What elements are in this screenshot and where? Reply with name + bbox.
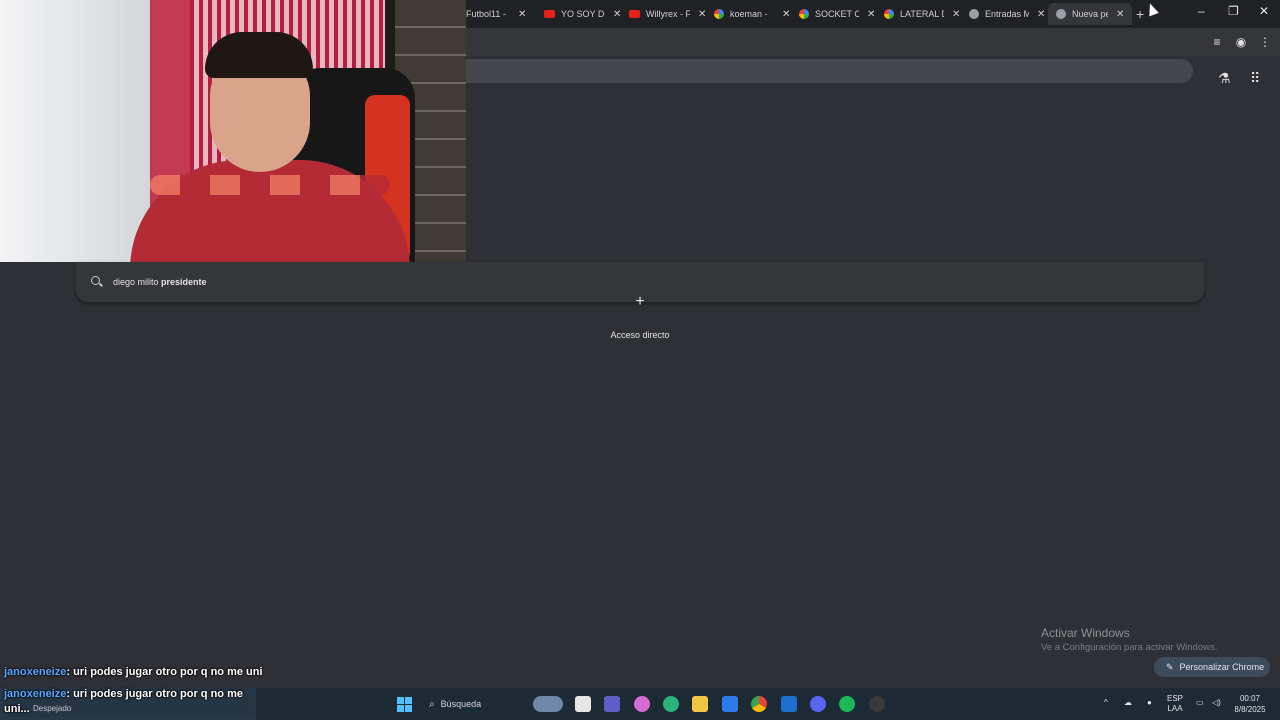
tab-title: Nueva pe [1072, 9, 1108, 19]
google-icon [884, 9, 894, 19]
activate-subtitle: Ve a Configuración para activar Windows. [1041, 642, 1218, 653]
store-icon[interactable] [722, 696, 738, 712]
pencil-icon: ✎ [1166, 661, 1174, 672]
restore-button[interactable]: ❐ [1228, 4, 1239, 18]
add-shortcut-label[interactable]: Acceso directo [590, 330, 690, 340]
clock-time: 00:07 [1239, 694, 1261, 703]
tab-title: Futbol11 - [466, 9, 506, 19]
chevron-up-icon[interactable]: ^ [1104, 698, 1108, 708]
folder-icon[interactable] [692, 696, 708, 712]
chat-message: janoxeneize: uri podes jugar otro por q … [4, 687, 255, 717]
close-icon[interactable]: ✕ [1037, 9, 1045, 20]
chat-username: janoxeneize [4, 688, 67, 700]
windows-logo-icon [405, 697, 412, 704]
network-icon[interactable]: ☁ [1124, 698, 1132, 708]
close-icon[interactable]: ✕ [952, 9, 960, 20]
start-button[interactable] [397, 697, 412, 712]
tab-title: SOCKET CI [815, 9, 859, 19]
add-shortcut-button[interactable]: + [633, 293, 647, 313]
microphone-icon[interactable]: ● [1147, 698, 1152, 708]
search-placeholder: Búsqueda [440, 699, 482, 709]
gear-icon [969, 9, 979, 19]
customize-label: Personalizar Chrome [1179, 662, 1265, 672]
tab-title: YO SOY DI [561, 9, 605, 19]
windows-logo-icon [397, 705, 404, 712]
menu-icon[interactable]: ⋮ [1256, 33, 1274, 51]
search-icon [91, 276, 100, 285]
tab-socket[interactable]: SOCKET CI ✕ [799, 3, 875, 25]
clock-date: 8/8/2025 [1234, 705, 1266, 714]
tab-title: koeman - [730, 9, 768, 19]
display-icon[interactable]: ▭ [1196, 698, 1204, 708]
close-icon[interactable]: ✕ [613, 9, 621, 20]
suggestion-bold: presidente [161, 277, 207, 287]
customize-chrome-button[interactable]: ✎ Personalizar Chrome [1154, 657, 1270, 677]
minimize-button[interactable]: – [1198, 4, 1205, 18]
close-icon[interactable]: ✕ [518, 9, 526, 20]
suggestion-text: diego milito presidente [113, 277, 207, 287]
close-icon[interactable]: ✕ [782, 9, 790, 20]
clock[interactable]: 00:07 8/8/2025 [1230, 693, 1270, 715]
windows-logo-icon [405, 705, 412, 712]
profile-icon[interactable]: ◉ [1232, 33, 1250, 51]
windows-logo-icon [397, 697, 404, 704]
chat-username: janoxeneize [4, 666, 67, 678]
app-icon[interactable] [869, 696, 885, 712]
apps-grid-icon[interactable]: ⠿ [1250, 70, 1260, 87]
tab-title: Entradas M [985, 9, 1029, 19]
keyboard-layout: LAA [1167, 704, 1183, 713]
activate-windows-watermark: Activar Windows Ve a Configuración para … [1041, 626, 1217, 653]
tab-yo-soy[interactable]: YO SOY DI ✕ [544, 3, 621, 25]
widget-icon[interactable] [533, 696, 563, 712]
tab-futbol11[interactable]: Futbol11 - ✕ [466, 3, 526, 25]
chrome-icon[interactable] [751, 696, 767, 712]
address-bar[interactable] [466, 59, 1193, 83]
edge-icon[interactable] [663, 696, 679, 712]
media-control-icon[interactable]: ≡ [1208, 33, 1226, 51]
search-icon: ⌕ [429, 698, 435, 710]
close-icon[interactable]: ✕ [867, 9, 875, 20]
language: ESP [1167, 694, 1184, 703]
chat-text: : uri podes jugar otro por q no me uni [66, 666, 263, 678]
google-icon [714, 9, 724, 19]
spotify-icon[interactable] [839, 696, 855, 712]
tab-entradas[interactable]: Entradas M ✕ [969, 3, 1045, 25]
tab-willyrex[interactable]: Willyrex - F ✕ [629, 3, 706, 25]
webcam-background [0, 0, 150, 262]
chat-message: janoxeneize: uri podes jugar otro por q … [4, 666, 263, 678]
activate-title: Activar Windows [1041, 626, 1130, 640]
youtube-icon [629, 10, 640, 18]
outlook-icon[interactable] [781, 696, 797, 712]
teams-icon[interactable] [604, 696, 620, 712]
google-icon [799, 9, 809, 19]
chrome-icon [1056, 9, 1066, 19]
tab-title: Willyrex - F [646, 9, 690, 19]
tab-koeman[interactable]: koeman - ✕ [714, 3, 790, 25]
streamer-hair [205, 32, 313, 78]
close-window-button[interactable]: ✕ [1259, 4, 1269, 18]
copilot-icon[interactable] [634, 696, 650, 712]
new-tab-button[interactable]: + [1136, 6, 1144, 22]
file-explorer-icon[interactable] [575, 696, 591, 712]
streamer-jacket [150, 175, 390, 195]
volume-icon[interactable]: ◁) [1212, 698, 1221, 708]
suggestion-prefix: diego milito [113, 277, 162, 287]
labs-flask-icon[interactable]: ⚗ [1218, 70, 1231, 87]
discord-icon[interactable] [810, 696, 826, 712]
close-icon[interactable]: ✕ [698, 9, 706, 20]
webcam-overlay [0, 0, 466, 262]
youtube-icon [544, 10, 555, 18]
close-icon[interactable]: ✕ [1116, 9, 1124, 20]
tab-nueva-pestana[interactable]: Nueva pe ✕ [1048, 3, 1133, 25]
tab-title: LATERAL D [900, 9, 944, 19]
tab-lateral[interactable]: LATERAL D ✕ [884, 3, 960, 25]
language-indicator[interactable]: ESP LAA [1167, 694, 1183, 714]
